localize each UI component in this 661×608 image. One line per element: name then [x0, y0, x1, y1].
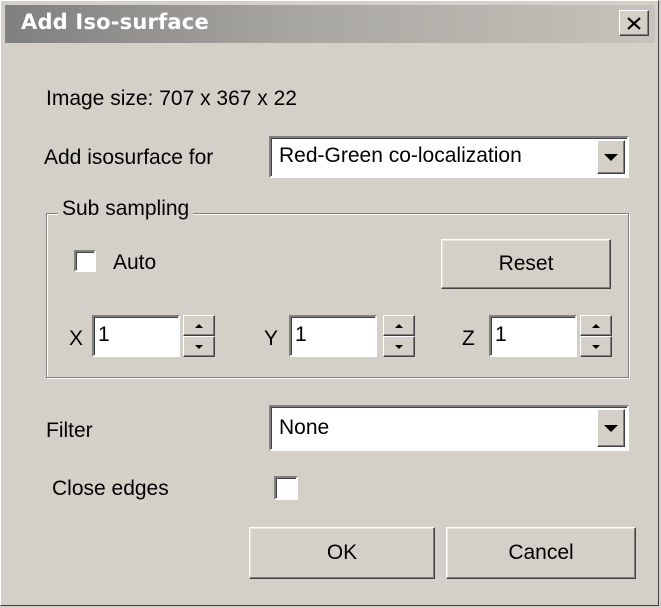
title-bar[interactable]: Add Iso-surface	[5, 5, 655, 43]
arrow-up-icon	[195, 323, 203, 328]
arrow-up-icon	[592, 323, 600, 328]
arrow-down-icon	[195, 344, 203, 349]
z-input[interactable]: 1	[489, 315, 577, 357]
filter-dropdown[interactable]: None	[269, 405, 629, 451]
close-edges-checkbox[interactable]	[274, 476, 298, 500]
x-input[interactable]: 1	[92, 315, 180, 357]
x-spin-up-button[interactable]	[183, 315, 215, 336]
auto-checkbox[interactable]	[74, 250, 96, 272]
ok-button-label: OK	[326, 541, 358, 564]
x-value: 1	[98, 323, 110, 346]
x-label: X	[69, 327, 84, 350]
filter-dropdown-button[interactable]	[597, 409, 625, 447]
chevron-down-icon	[604, 153, 618, 161]
reset-button[interactable]: Reset	[441, 239, 611, 289]
y-spinner	[383, 315, 415, 357]
x-spin-down-button[interactable]	[183, 336, 215, 357]
reset-button-label: Reset	[498, 252, 554, 275]
ok-button[interactable]: OK	[249, 527, 435, 579]
sub-sampling-legend: Sub sampling	[58, 197, 194, 221]
close-icon	[627, 16, 641, 30]
y-spin-up-button[interactable]	[383, 315, 415, 336]
arrow-down-icon	[395, 344, 403, 349]
window-title: Add Iso-surface	[21, 10, 209, 34]
y-spin-down-button[interactable]	[383, 336, 415, 357]
image-size-label: Image size: 707 x 367 x 22	[46, 87, 297, 110]
isosurface-dropdown-button[interactable]	[597, 140, 625, 174]
y-label: Y	[264, 327, 279, 350]
filter-label: Filter	[46, 419, 93, 442]
z-spin-down-button[interactable]	[580, 336, 612, 357]
x-spinner	[183, 315, 215, 357]
cancel-button-label: Cancel	[508, 541, 574, 564]
isosurface-for-dropdown[interactable]: Red-Green co-localization	[269, 136, 629, 178]
filter-value: None	[279, 416, 330, 439]
close-button[interactable]	[619, 10, 649, 36]
z-spinner	[580, 315, 612, 357]
chevron-down-icon	[604, 424, 618, 432]
y-input[interactable]: 1	[289, 315, 377, 357]
z-value: 1	[495, 323, 507, 346]
arrow-up-icon	[395, 323, 403, 328]
auto-label: Auto	[113, 251, 157, 274]
y-value: 1	[295, 323, 307, 346]
isosurface-for-value: Red-Green co-localization	[279, 144, 522, 167]
cancel-button[interactable]: Cancel	[446, 527, 636, 579]
close-edges-label: Close edges	[52, 477, 169, 500]
add-isosurface-dialog: Add Iso-surface Image size: 707 x 367 x …	[0, 0, 659, 606]
isosurface-for-label: Add isosurface for	[44, 146, 214, 169]
z-spin-up-button[interactable]	[580, 315, 612, 336]
z-label: Z	[462, 327, 475, 350]
arrow-down-icon	[592, 344, 600, 349]
